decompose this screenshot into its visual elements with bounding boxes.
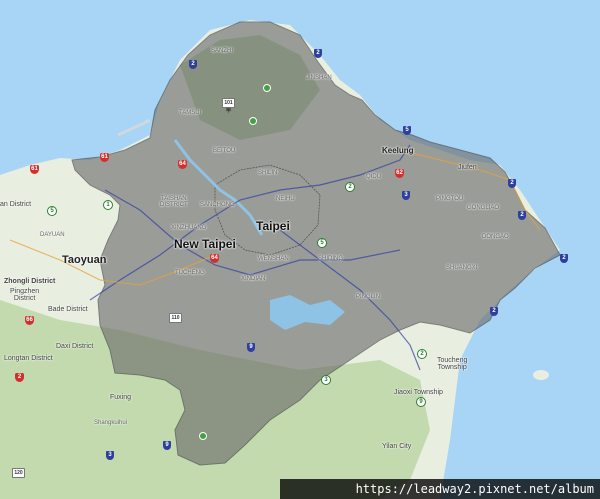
label-tucheng[interactable]: TUCHENG <box>175 270 205 276</box>
shield-tai-2[interactable]: 2 <box>345 182 355 192</box>
label-an-district[interactable]: an District <box>0 201 31 208</box>
shield-freeway-2-south[interactable]: 2 <box>490 307 498 316</box>
label-toucheng[interactable]: Toucheng Township <box>437 357 467 371</box>
shield-national-61b[interactable]: 61 <box>30 165 39 174</box>
label-xindian[interactable]: XINDIAN <box>241 276 265 282</box>
map-canvas[interactable]: Taipei New Taipei Taoyuan Keelung Jiufen… <box>0 0 600 499</box>
label-shangkuihui[interactable]: Shangkuihui <box>94 420 127 426</box>
label-sanzhi[interactable]: SANZHI <box>211 48 233 54</box>
label-taishan[interactable]: TAISHAN DISTRICT <box>160 196 188 208</box>
shield-freeway-5[interactable]: 5 <box>403 126 411 135</box>
label-pingzhen[interactable]: Pingzhen District <box>10 288 39 302</box>
label-bade[interactable]: Bade District <box>48 306 88 313</box>
label-fuxing[interactable]: Fuxing <box>110 394 131 401</box>
label-tamsui[interactable]: TAMSUI <box>179 110 201 116</box>
shield-tai-2b[interactable]: 2 <box>417 349 427 359</box>
shield-freeway-2-north[interactable]: 2 <box>314 49 322 58</box>
label-pinglin[interactable]: PINGLIN <box>356 294 380 300</box>
label-taoyuan[interactable]: Taoyuan <box>62 255 106 266</box>
guishan-island <box>533 370 549 380</box>
shield-freeway-3-south[interactable]: 3 <box>106 451 114 460</box>
shield-tai-9[interactable]: 9 <box>416 397 426 407</box>
shield-national-61[interactable]: 61 <box>100 153 109 162</box>
label-qidu[interactable]: QIDU <box>366 174 381 180</box>
label-shuangxi[interactable]: SHUANGXI <box>446 265 477 271</box>
label-neihu[interactable]: NEIHU <box>276 196 295 202</box>
shield-freeway-2-cape[interactable]: 2 <box>560 254 568 263</box>
shield-freeway-2-east[interactable]: 2 <box>508 179 516 188</box>
label-shilin[interactable]: SHILIN <box>258 170 277 176</box>
shield-freeway-3[interactable]: 3 <box>402 191 410 200</box>
shield-freeway-9-south[interactable]: 9 <box>163 441 171 450</box>
park-pin-qixingshan[interactable] <box>249 117 257 125</box>
park-pin-yangmingshan[interactable] <box>263 84 271 92</box>
shield-tai-1[interactable]: 1 <box>103 200 113 210</box>
shield-tai-5[interactable]: 5 <box>317 238 327 248</box>
label-pingtou[interactable]: PINGTOU <box>436 196 463 202</box>
label-gongliao[interactable]: GONGLIAO <box>467 205 499 211</box>
label-zhongli[interactable]: Zhongli District <box>4 278 55 285</box>
shield-freeway-9[interactable]: 9 <box>247 343 255 352</box>
label-jiaoxi[interactable]: Jiaoxi Township <box>394 389 443 396</box>
shield-national-64[interactable]: 64 <box>178 160 187 169</box>
label-keelung[interactable]: Keelung <box>382 147 414 155</box>
map-base-layer <box>0 0 600 499</box>
watermark-url: https://leadway2.pixnet.net/album <box>280 479 600 499</box>
label-jiufen[interactable]: Jiufen <box>458 164 477 171</box>
shield-national-2[interactable]: 2 <box>15 373 24 382</box>
shield-tai-7[interactable]: 3 <box>321 375 331 385</box>
shield-national-64b[interactable]: 64 <box>210 254 219 263</box>
label-dongao[interactable]: DONGAO <box>482 234 509 240</box>
shield-tai-15[interactable]: 5 <box>47 206 57 216</box>
label-yilan[interactable]: Yilan City <box>382 443 411 450</box>
label-wenshan[interactable]: WENSHAN <box>258 256 289 262</box>
label-taipei[interactable]: Taipei <box>256 220 290 232</box>
shield-provincial-120[interactable]: 120 <box>12 468 25 478</box>
label-longtan[interactable]: Longtan District <box>4 355 53 362</box>
label-beitou[interactable]: BEITOU <box>213 148 235 154</box>
label-daxi[interactable]: Daxi District <box>56 343 93 350</box>
shield-freeway-2-west[interactable]: 2 <box>189 60 197 69</box>
label-xinzhuang[interactable]: XINZHUANG <box>171 225 206 231</box>
shield-freeway-2-east-b[interactable]: 2 <box>518 211 526 220</box>
shield-provincial-101[interactable]: 101甲 <box>222 98 235 114</box>
shield-national-62[interactable]: 62 <box>395 169 404 178</box>
label-sanchong[interactable]: SANCHONG <box>200 202 235 208</box>
label-dayuan[interactable]: DAYUAN <box>40 232 65 238</box>
shield-national-66[interactable]: 66 <box>25 316 34 325</box>
label-new-taipei[interactable]: New Taipei <box>174 238 236 250</box>
park-pin-lalashan[interactable] <box>199 432 207 440</box>
label-shiding[interactable]: SHIDING <box>318 256 343 262</box>
label-jinshan[interactable]: JINSHAN <box>306 75 332 81</box>
shield-provincial-110[interactable]: 110 <box>169 313 182 323</box>
